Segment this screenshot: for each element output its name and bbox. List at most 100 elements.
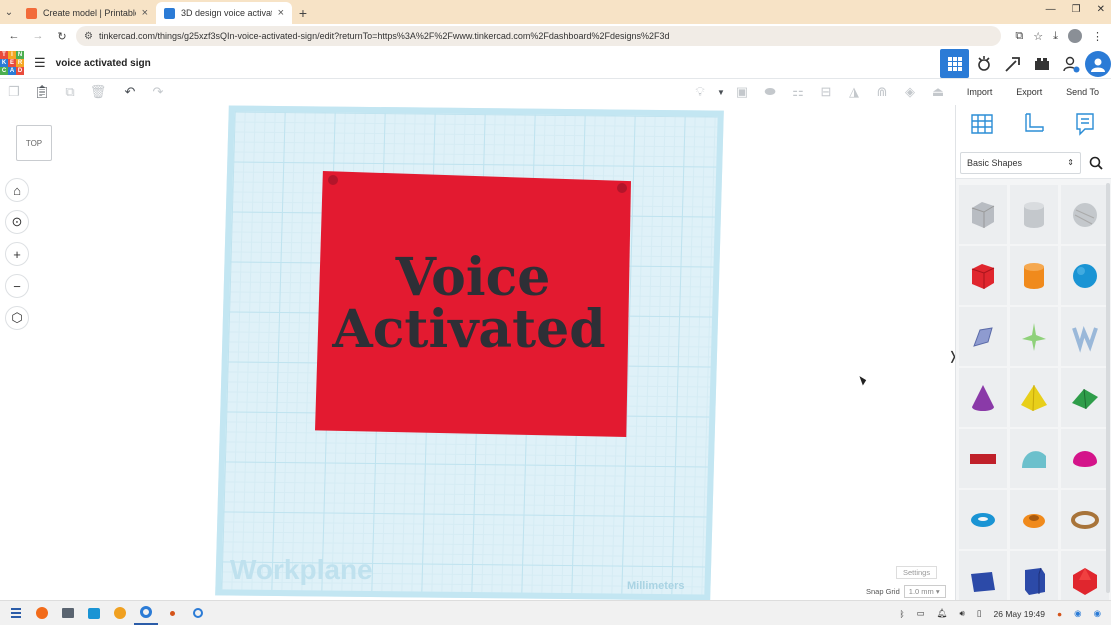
install-app-icon[interactable]: ⧉ (1015, 30, 1023, 43)
design-title[interactable]: voice activated sign (56, 58, 151, 69)
shape-text-3d-icon[interactable] (959, 429, 1007, 488)
duplicate-icon[interactable]: ⧉ (56, 79, 84, 105)
bookmark-star-icon[interactable]: ☆ (1033, 30, 1043, 43)
software-store-icon[interactable] (82, 601, 106, 625)
tray-app-icon[interactable]: ● (1057, 609, 1062, 619)
import-button[interactable]: Import (961, 83, 999, 101)
shape-ring-icon[interactable] (1061, 490, 1109, 549)
3d-design-grid-icon[interactable] (940, 49, 969, 78)
firefox-icon[interactable] (30, 601, 54, 625)
shape-star-icon[interactable] (1010, 307, 1058, 366)
close-window-icon[interactable]: ✕ (1097, 4, 1105, 15)
close-tab-icon[interactable]: × (278, 7, 284, 19)
app-orange-icon[interactable] (108, 601, 132, 625)
home-view-icon[interactable]: ⌂ (5, 178, 29, 202)
ungroup-icon[interactable]: ⚏ (784, 79, 812, 105)
search-icon[interactable] (1085, 152, 1107, 174)
shape-box-hole-icon[interactable] (959, 185, 1007, 244)
shape-text-icon[interactable] (1061, 307, 1109, 366)
3d-canvas[interactable]: Workplane Millimeters Voice Activated TO… (0, 105, 955, 600)
notifications-icon[interactable]: 🔔︎ (937, 608, 948, 619)
zorin-menu-icon[interactable] (4, 601, 28, 625)
sign-shape[interactable]: Voice Activated (315, 171, 631, 437)
tab-search-icon[interactable]: ⌄ (0, 0, 18, 24)
snap-grid-select[interactable]: 1.0 mm ▾ (903, 585, 946, 598)
mirror-icon[interactable]: ◮ (840, 79, 868, 105)
shape-half-sphere-icon[interactable] (1061, 429, 1109, 488)
shape-round-roof-icon[interactable] (1010, 429, 1058, 488)
zoom-out-icon[interactable]: − (5, 274, 29, 298)
panel-scrollbar[interactable] (1106, 183, 1110, 593)
volume-icon[interactable]: 🔊︎ (959, 608, 964, 619)
user-avatar[interactable] (1085, 50, 1111, 77)
window-icon[interactable]: ▭ (917, 608, 925, 619)
paste-icon[interactable]: 📋︎ (28, 79, 56, 105)
ruler-icon[interactable] (1020, 111, 1046, 142)
tray-chrome-icon[interactable]: ◉ (1074, 608, 1081, 619)
group-icon[interactable]: ⬬ (756, 79, 784, 105)
copy-icon[interactable]: ❐ (0, 79, 28, 105)
shape-box-icon[interactable] (959, 246, 1007, 305)
site-info-icon[interactable]: ⚙ (84, 31, 93, 42)
shape-cylinder-hole-icon[interactable] (1010, 185, 1058, 244)
browser-menu-icon[interactable]: ⋮ (1092, 30, 1103, 43)
url-text[interactable]: tinkercad.com/things/g25xzf3sQIn-voice-a… (99, 31, 993, 41)
maximize-icon[interactable]: ❐ (1072, 4, 1081, 15)
url-bar[interactable]: ⚙ tinkercad.com/things/g25xzf3sQIn-voice… (76, 26, 1002, 46)
forward-icon[interactable]: → (28, 26, 48, 46)
browser-tab-printables[interactable]: Create model | Printables.c × (18, 2, 156, 24)
shape-pyramid-icon[interactable] (1010, 368, 1058, 427)
undo-icon[interactable]: ↶ (116, 79, 144, 105)
workplane-tool-icon[interactable] (969, 111, 995, 142)
view-cube[interactable]: TOP (16, 125, 52, 161)
shape-sphere-hole-icon[interactable] (1061, 185, 1109, 244)
download-icon[interactable]: ⤓ (1053, 30, 1058, 43)
tinker-icon[interactable]: ◈ (896, 79, 924, 105)
shape-library-select[interactable]: Basic Shapes ⇕ (960, 151, 1081, 174)
battery-icon[interactable]: ▯ (977, 608, 982, 619)
light-bulb-icon[interactable]: 💡︎ (686, 79, 714, 105)
dropdown-arrow-icon[interactable]: ▼ (714, 79, 728, 105)
new-tab-button[interactable]: + (292, 2, 314, 24)
orthographic-view-icon[interactable]: ⬡ (5, 306, 29, 330)
note-icon[interactable]: ▣ (728, 79, 756, 105)
notes-icon[interactable] (1072, 111, 1098, 142)
settings-button[interactable]: Settings (896, 566, 938, 579)
chrome-profile-icon[interactable] (186, 601, 210, 625)
tinkercad-logo[interactable]: TINKERCAD (0, 51, 24, 75)
send-to-button[interactable]: Send To (1060, 83, 1105, 101)
bluetooth-icon[interactable]: ᛒ (900, 609, 905, 619)
sim-lab-icon[interactable] (969, 49, 998, 78)
clock[interactable]: 26 May 19:49 (994, 609, 1046, 619)
shape-sphere-icon[interactable] (1061, 246, 1109, 305)
app-small-icon[interactable] (160, 601, 184, 625)
align-icon[interactable]: ⊟ (812, 79, 840, 105)
chrome-icon[interactable] (134, 601, 158, 625)
shape-tube-icon[interactable] (1010, 490, 1058, 549)
browser-tab-tinkercad[interactable]: 3D design voice activated s × (156, 2, 292, 24)
export-button[interactable]: Export (1010, 83, 1048, 101)
redo-icon[interactable]: ↷ (144, 79, 172, 105)
shape-torus-icon[interactable] (959, 490, 1007, 549)
files-icon[interactable] (56, 601, 80, 625)
blocks-code-icon[interactable] (998, 49, 1027, 78)
close-tab-icon[interactable]: × (142, 7, 148, 19)
add-user-icon[interactable] (1056, 49, 1085, 78)
zoom-in-icon[interactable]: + (5, 242, 29, 266)
panel-collapse-icon[interactable]: ❭ (948, 349, 955, 363)
minimize-icon[interactable]: — (1046, 4, 1056, 15)
shape-roof-icon[interactable] (1061, 368, 1109, 427)
shape-cone-icon[interactable] (959, 368, 1007, 427)
reload-icon[interactable]: ↻ (52, 26, 72, 46)
cruise-icon[interactable]: ⋒ (868, 79, 896, 105)
back-icon[interactable]: ← (4, 26, 24, 46)
hamburger-menu-icon[interactable]: ☰ (34, 55, 46, 71)
profile-avatar-icon[interactable] (1068, 29, 1082, 43)
tray-chrome-2-icon[interactable]: ◉ (1094, 608, 1101, 619)
delete-icon[interactable]: 🗑︎ (84, 79, 112, 105)
shape-scribble-icon[interactable] (959, 307, 1007, 366)
shape-cylinder-icon[interactable] (1010, 246, 1058, 305)
fit-view-icon[interactable]: ⊙ (5, 210, 29, 234)
bricks-icon[interactable] (1027, 49, 1056, 78)
workplane-flip-icon[interactable]: ⏏ (924, 79, 952, 105)
